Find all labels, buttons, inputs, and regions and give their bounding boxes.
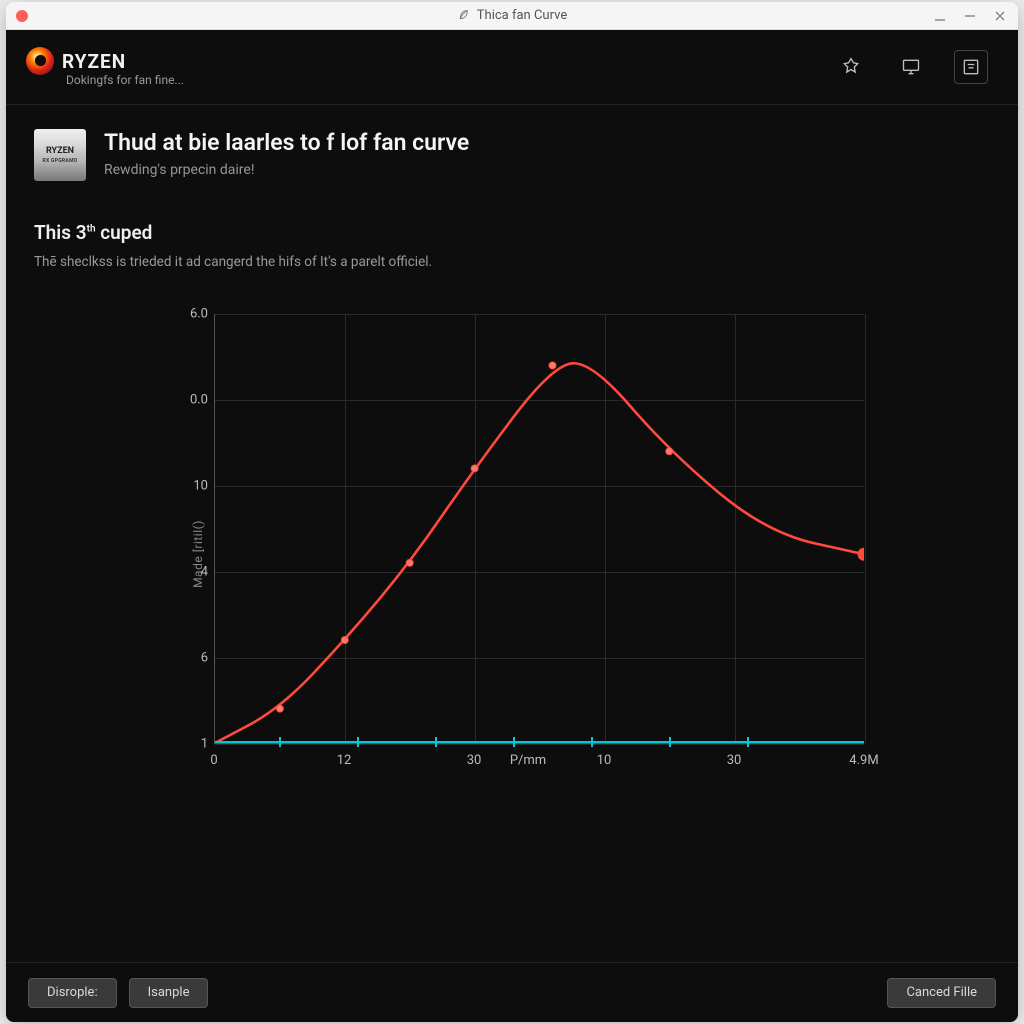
logo-block: RYZEN Dokingfs for fan fine...: [26, 47, 184, 87]
window-title-text: Thica fan Curve: [477, 8, 567, 23]
app-window: Thica fan Curve RYZEN Dokingfs for fan f…: [6, 2, 1018, 1022]
badge-sub: RX GPGRAMO: [42, 158, 77, 164]
window-title: Thica fan Curve: [457, 7, 567, 25]
plot-area[interactable]: [214, 314, 864, 744]
cancel-file-button[interactable]: Canced Fille: [887, 978, 996, 1008]
minimize-window-button-2[interactable]: [960, 6, 980, 26]
filter-icon[interactable]: [954, 50, 988, 84]
x-tick: 4.9M: [849, 753, 878, 768]
x-tick: 30: [467, 753, 482, 768]
hero-badge: RYZEN RX GPGRAMO: [34, 129, 86, 181]
section: This 3th cuped Thē sheclkss is trieded i…: [34, 221, 990, 270]
monitor-icon[interactable]: [894, 50, 928, 84]
ryzen-logo: RYZEN: [26, 47, 184, 75]
section-heading-part1: This 3: [34, 221, 87, 244]
hero: RYZEN RX GPGRAMO Thud at bie laarles to …: [34, 129, 990, 181]
y-tick: 0.0: [164, 393, 208, 408]
y-tick: 4: [164, 565, 208, 580]
section-heading-part2: cuped: [96, 221, 153, 244]
ryzen-ring-icon: [26, 47, 54, 75]
y-tick: 6.0: [164, 307, 208, 322]
x-axis-label: P/mm: [510, 753, 546, 768]
content: RYZEN RX GPGRAMO Thud at bie laarles to …: [6, 105, 1018, 962]
isanple-button[interactable]: Isanple: [129, 978, 209, 1008]
disrople-button[interactable]: Disrople:: [28, 978, 117, 1008]
x-tick: 30: [727, 753, 742, 768]
y-tick: 10: [164, 479, 208, 494]
x-tick: 10: [597, 753, 612, 768]
logo-subtitle: Dokingfs for fan fine...: [66, 73, 184, 87]
section-description: Thē sheclkss is trieded it ad cangerd th…: [34, 254, 990, 270]
app-header: RYZEN Dokingfs for fan fine...: [6, 30, 1018, 105]
minimize-window-button[interactable]: [930, 6, 950, 26]
x-tick: 12: [337, 753, 352, 768]
hero-text: Thud at bie laarles to f lof fan curve R…: [104, 129, 469, 178]
window-controls: [930, 6, 1010, 26]
titlebar: Thica fan Curve: [6, 2, 1018, 30]
y-tick: 6: [164, 651, 208, 666]
app-body: RYZEN Dokingfs for fan fine... RYZEN: [6, 30, 1018, 1022]
hero-subtitle: Rewding's prpecin daire!: [104, 162, 469, 178]
leaf-icon: [457, 7, 471, 25]
close-window-button[interactable]: [16, 10, 28, 22]
section-heading-sup: th: [87, 224, 96, 235]
close-icon[interactable]: [990, 6, 1010, 26]
pin-icon[interactable]: [834, 50, 868, 84]
chart-container: Made [ritil() P/mm 6.00.0104610123010304…: [34, 304, 990, 962]
footer: Disrople: Isanple Canced Fille: [6, 962, 1018, 1022]
x-tick: 0: [210, 753, 217, 768]
badge-main: RYZEN: [46, 146, 74, 156]
logo-text: RYZEN: [62, 50, 126, 73]
fan-curve-chart[interactable]: Made [ritil() P/mm 6.00.0104610123010304…: [164, 304, 864, 804]
header-icons: [834, 50, 988, 84]
y-tick: 1: [164, 737, 208, 752]
traffic-lights: [6, 10, 28, 22]
section-heading: This 3th cuped: [34, 221, 990, 244]
hero-title: Thud at bie laarles to f lof fan curve: [104, 129, 469, 156]
